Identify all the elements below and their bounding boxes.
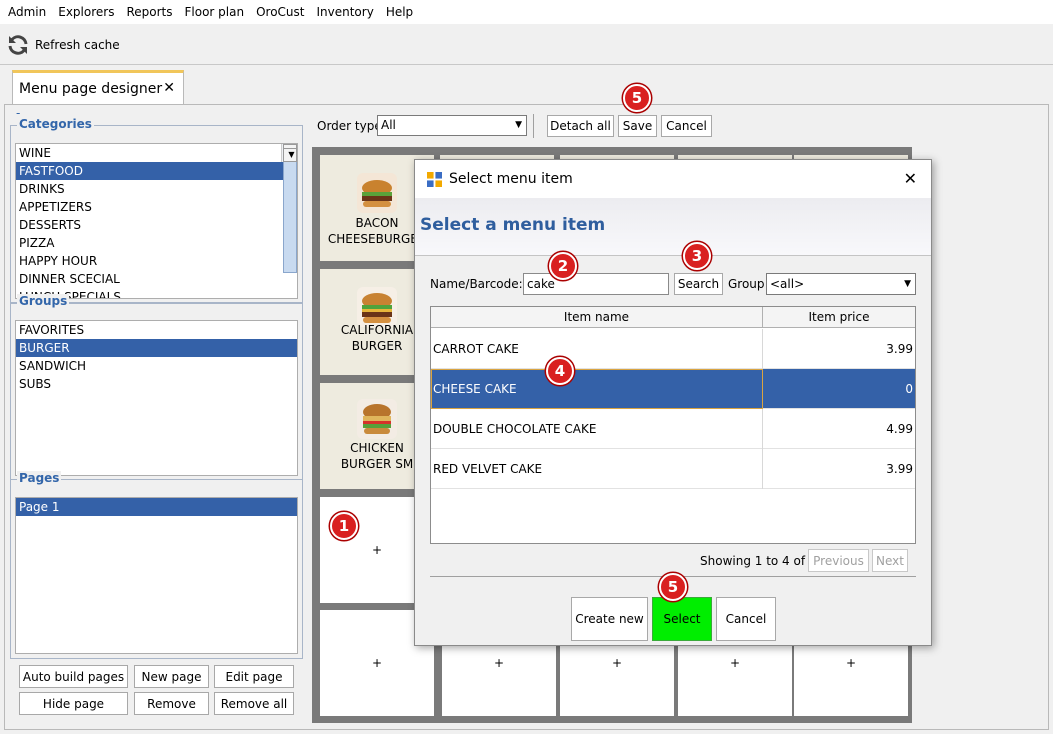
dialog-close-icon[interactable]: ✕ bbox=[904, 169, 917, 188]
pages-list[interactable]: Page 1 bbox=[15, 497, 298, 654]
table-row[interactable]: RED VELVET CAKE 3.99 bbox=[431, 449, 915, 489]
scroll-down-icon[interactable]: ▼ bbox=[283, 148, 297, 162]
item-name-cell: CHEESE CAKE bbox=[433, 382, 517, 396]
detach-all-button[interactable]: Detach all bbox=[547, 115, 614, 137]
burger-icon bbox=[357, 173, 397, 213]
category-item[interactable]: DRINKS bbox=[16, 180, 297, 198]
step-badge-4: 4 bbox=[546, 357, 574, 385]
cell-divider bbox=[762, 329, 763, 369]
search-button[interactable]: Search bbox=[674, 273, 723, 295]
menu-reports[interactable]: Reports bbox=[120, 5, 178, 19]
group-item-selected[interactable]: BURGER bbox=[16, 339, 297, 357]
remove-all-button[interactable]: Remove all bbox=[214, 692, 294, 715]
step-badge-5-select: 5 bbox=[659, 573, 687, 601]
item-name-cell: RED VELVET CAKE bbox=[433, 462, 543, 476]
order-type-label: Order type bbox=[317, 119, 382, 133]
step-badge-1: 1 bbox=[330, 512, 358, 540]
cancel-button[interactable]: Cancel bbox=[661, 115, 712, 137]
categories-list[interactable]: WINE FASTFOOD DRINKS APPETIZERS DESSERTS… bbox=[15, 143, 298, 299]
menu-admin[interactable]: Admin bbox=[2, 5, 52, 19]
item-price-cell: 4.99 bbox=[886, 422, 913, 436]
chevron-down-icon: ▼ bbox=[904, 279, 911, 289]
cell-divider bbox=[762, 449, 763, 489]
name-barcode-label: Name/Barcode: bbox=[430, 277, 523, 291]
hide-page-button[interactable]: Hide page bbox=[19, 692, 128, 715]
save-button[interactable]: Save bbox=[618, 115, 657, 137]
order-type-value: All bbox=[381, 118, 396, 132]
group-item[interactable]: FAVORITES bbox=[16, 321, 297, 339]
menu-inventory[interactable]: Inventory bbox=[310, 5, 379, 19]
name-barcode-input[interactable] bbox=[523, 273, 669, 295]
table-row-selected[interactable]: CHEESE CAKE 0 bbox=[431, 369, 915, 409]
tab-label: Menu page designer bbox=[19, 81, 163, 97]
dialog-titlebar: Select menu item ✕ bbox=[415, 160, 931, 198]
menu-floor-plan[interactable]: Floor plan bbox=[179, 5, 251, 19]
chevron-down-icon: ▼ bbox=[515, 120, 522, 130]
auto-build-pages-button[interactable]: Auto build pages bbox=[19, 665, 128, 688]
step-badge-3: 3 bbox=[683, 242, 711, 270]
group-label: Group bbox=[728, 277, 765, 291]
table-row[interactable]: DOUBLE CHOCOLATE CAKE 4.99 bbox=[431, 409, 915, 449]
category-item[interactable]: HAPPY HOUR bbox=[16, 252, 297, 270]
menu-items-table: Item name Item price CARROT CAKE 3.99 CH… bbox=[430, 306, 916, 544]
scroll-thumb[interactable] bbox=[283, 160, 297, 273]
refresh-cache-button[interactable]: Refresh cache bbox=[6, 33, 120, 57]
edit-page-button[interactable]: Edit page bbox=[214, 665, 294, 688]
select-button[interactable]: Select bbox=[652, 597, 712, 641]
pages-title: Pages bbox=[17, 471, 62, 485]
dialog-heading: Select a menu item bbox=[420, 215, 606, 235]
burger-icon bbox=[357, 399, 397, 439]
item-price-cell: 0 bbox=[905, 382, 913, 396]
previous-button[interactable]: Previous bbox=[808, 549, 869, 572]
create-new-button[interactable]: Create new bbox=[571, 597, 648, 641]
page-item-selected[interactable]: Page 1 bbox=[16, 498, 297, 516]
categories-scrollbar[interactable]: ▲ ▼ bbox=[281, 144, 297, 273]
groups-list[interactable]: FAVORITES BURGER SANDWICH SUBS bbox=[15, 320, 298, 476]
column-header-item-name[interactable]: Item name bbox=[431, 307, 763, 328]
item-name-cell: CARROT CAKE bbox=[433, 342, 519, 356]
tab-close-icon[interactable]: ✕ bbox=[163, 80, 175, 96]
groups-title: Groups bbox=[17, 294, 70, 308]
separator bbox=[533, 114, 534, 138]
cell-divider bbox=[762, 409, 763, 449]
group-item[interactable]: SANDWICH bbox=[16, 357, 297, 375]
column-header-item-price[interactable]: Item price bbox=[763, 307, 915, 328]
category-item[interactable]: WINE bbox=[16, 144, 297, 162]
menu-bar: Admin Explorers Reports Floor plan OroCu… bbox=[0, 0, 1053, 24]
category-item[interactable]: DINNER SCECIAL bbox=[16, 270, 297, 288]
category-item[interactable]: DESSERTS bbox=[16, 216, 297, 234]
category-item[interactable]: APPETIZERS bbox=[16, 198, 297, 216]
step-badge-2: 2 bbox=[549, 252, 577, 280]
category-item-selected[interactable]: FASTFOOD bbox=[16, 162, 297, 180]
dialog-title: Select menu item bbox=[449, 171, 573, 187]
pagination-status: Showing 1 to 4 of 4 bbox=[700, 554, 817, 568]
remove-button[interactable]: Remove bbox=[134, 692, 209, 715]
item-name-cell: DOUBLE CHOCOLATE CAKE bbox=[433, 422, 597, 436]
toolbar: Refresh cache bbox=[0, 25, 1053, 65]
group-select-value: <all> bbox=[770, 277, 805, 291]
new-page-button[interactable]: New page bbox=[134, 665, 209, 688]
burger-icon bbox=[357, 287, 397, 327]
item-price-cell: 3.99 bbox=[886, 462, 913, 476]
item-price-cell: 3.99 bbox=[886, 342, 913, 356]
refresh-cache-label: Refresh cache bbox=[35, 38, 120, 52]
categories-title: Categories bbox=[17, 117, 94, 131]
tab-menu-page-designer[interactable]: Menu page designer ✕ bbox=[12, 70, 184, 105]
menu-help[interactable]: Help bbox=[380, 5, 419, 19]
group-select[interactable]: <all> ▼ bbox=[766, 273, 916, 295]
step-badge-5-save: 5 bbox=[623, 84, 651, 112]
refresh-icon bbox=[8, 35, 28, 55]
app-icon bbox=[427, 172, 442, 187]
table-row[interactable]: CARROT CAKE 3.99 bbox=[431, 329, 915, 369]
group-item[interactable]: SUBS bbox=[16, 375, 297, 393]
dialog-header: Select a menu item bbox=[415, 198, 931, 256]
order-type-select[interactable]: All ▼ bbox=[377, 115, 527, 136]
dialog-cancel-button[interactable]: Cancel bbox=[716, 597, 776, 641]
menu-explorers[interactable]: Explorers bbox=[52, 5, 120, 19]
next-button[interactable]: Next bbox=[872, 549, 908, 572]
category-item[interactable]: PIZZA bbox=[16, 234, 297, 252]
menu-orocust[interactable]: OroCust bbox=[250, 5, 310, 19]
